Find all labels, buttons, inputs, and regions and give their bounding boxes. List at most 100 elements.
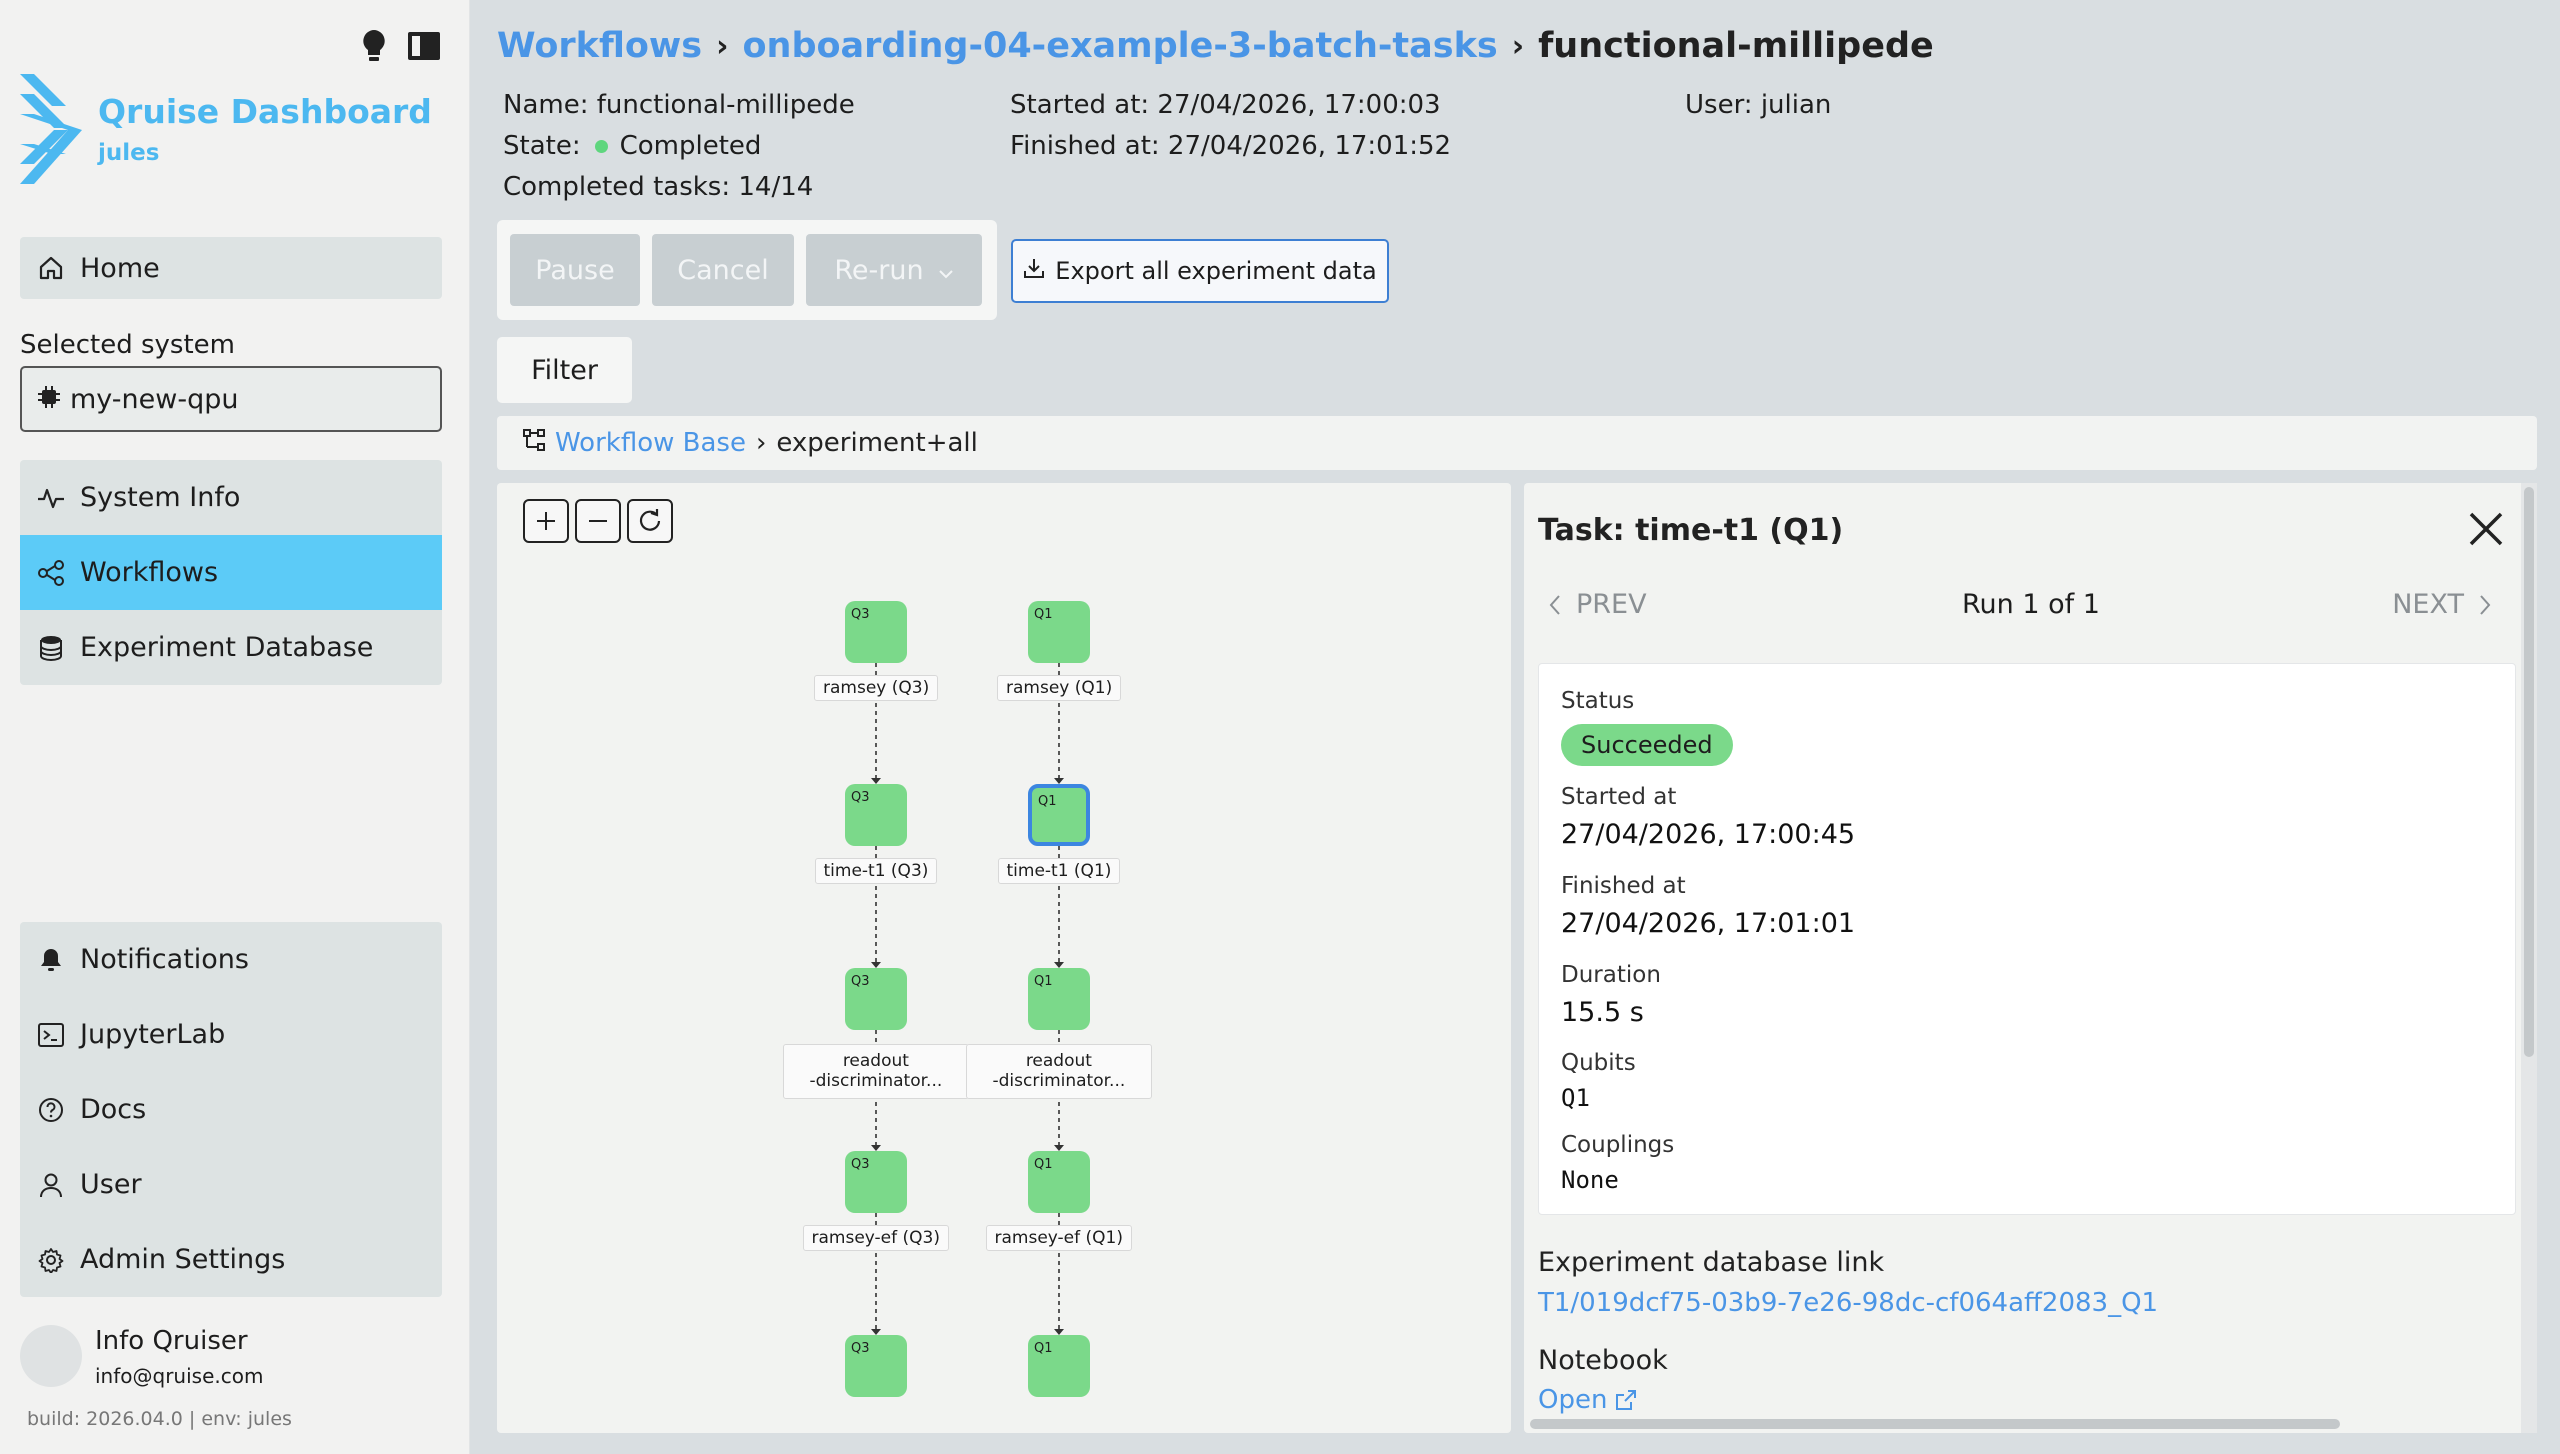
nav-item-label: Notifications [80,944,249,975]
graph-node-qubit: Q1 [1038,794,1057,809]
status-label: Status [1561,688,1635,714]
database-icon [34,631,68,665]
breadcrumb: Workflows › onboarding-04-example-3-batc… [497,26,1934,66]
nav-item-docs[interactable]: Docs [20,1072,442,1147]
help-circle-icon [34,1093,68,1127]
prev-label: PREV [1576,589,1647,620]
graph-node-label: readout -discriminator... [782,1044,970,1099]
graph-node-label: ramsey (Q3) [814,675,939,701]
breadcrumb-separator: › [716,28,729,64]
graph-node[interactable]: Q1 [1028,1335,1090,1397]
nav-item-system-info[interactable]: System Info [20,460,442,535]
graph-node[interactable]: Q1 [1028,968,1090,1030]
couplings-label: Couplings [1561,1132,1675,1158]
breadcrumb-separator: › [1511,28,1525,64]
workflow-graph[interactable]: Q3 ramsey (Q3) Q3 time-t1 (Q3) Q3 readout -dis… [497,483,1511,1433]
close-icon[interactable] [2468,511,2504,551]
graph-node[interactable]: Q3 [845,968,907,1030]
prev-button[interactable]: PREV [1548,589,1647,620]
build-info: build: 2026.04.0 | env: jules [27,1408,292,1430]
vertical-scrollbar-thumb[interactable] [2524,487,2534,1057]
sidebar-toggle-icon[interactable] [407,31,441,61]
horizontal-scrollbar[interactable] [1530,1419,2340,1429]
graph-edges [871,663,1064,1335]
completed-tasks: Completed tasks: 14/14 [503,172,814,202]
graph-node-qubit: Q1 [1034,1341,1053,1356]
graph-node[interactable]: Q1 [1028,601,1090,663]
task-title: Task: time-t1 (Q1) [1538,513,1844,548]
breadcrumb-separator: › [755,428,767,458]
nav-item-label: Workflows [80,557,219,588]
action-panel: Pause Cancel Re-run [497,220,997,320]
sidebar-top-icons [359,28,441,64]
graph-node-label: readout -discriminator... [965,1044,1153,1099]
breadcrumb-current: functional-millipede [1538,26,1934,66]
graph-node-qubit: Q3 [851,1341,870,1356]
notebook-open-label: Open [1538,1385,1608,1415]
task-panel: Task: time-t1 (Q1) PREV Run 1 of 1 NEXT … [1524,483,2534,1433]
graph-node[interactable]: Q3 [845,1151,907,1213]
chevron-right-icon [2480,594,2491,615]
vertical-scroll-track[interactable] [2521,483,2537,1433]
nav-item-user[interactable]: User [20,1147,442,1222]
qubits-value: Q1 [1561,1084,1590,1112]
graph-node[interactable]: Q1 [1028,1151,1090,1213]
cancel-button[interactable]: Cancel [652,234,794,306]
graph-node-label: ramsey-ef (Q1) [985,1225,1132,1251]
finished-label: Finished at [1561,873,1686,899]
task-details-card: Status Succeeded Started at 27/04/2026, … [1538,663,2516,1215]
nav-item-experiment-database[interactable]: Experiment Database [20,610,442,685]
pause-button[interactable]: Pause [510,234,640,306]
lightbulb-icon[interactable] [359,28,389,64]
workflow-user: User: julian [1685,90,1832,120]
bottom-nav: Notifications JupyterLab Docs User Admin… [20,922,442,1297]
terminal-icon [34,1018,68,1052]
breadcrumb-workflows-link[interactable]: Workflows [497,26,702,66]
selected-system-value: my-new-qpu [70,383,239,415]
breadcrumb-parent-link[interactable]: onboarding-04-example-3-batch-tasks [742,26,1497,66]
status-badge: Succeeded [1561,724,1733,766]
home-label: Home [80,252,160,284]
chevron-left-icon [1549,594,1560,615]
qruise-logo [20,74,82,184]
state-value: Completed [619,131,762,161]
workflow-base-link[interactable]: Workflow Base [555,428,746,458]
graph-node-qubit: Q3 [851,1157,870,1172]
db-link-label: Experiment database link [1538,1247,1885,1278]
app-subtitle: jules [98,140,160,166]
graph-node[interactable]: Q3 [845,784,907,846]
home-button[interactable]: Home [20,237,442,299]
nav-item-jupyterlab[interactable]: JupyterLab [20,997,442,1072]
finished-value: 27/04/2026, 17:01:01 [1561,908,1856,939]
state-label: State: [503,131,581,161]
filter-button[interactable]: Filter [497,337,632,403]
run-pager: PREV Run 1 of 1 NEXT [1524,589,2514,629]
graph-node[interactable]: Q3 [845,1335,907,1397]
graph-node[interactable]: Q1 [1028,784,1090,846]
graph-node[interactable]: Q3 [845,601,907,663]
home-icon [34,251,68,285]
nav-item-workflows[interactable]: Workflows [20,535,442,610]
started-at: Started at: 27/04/2026, 17:00:03 [1010,90,1441,120]
duration-value: 15.5 s [1561,997,1644,1028]
nav-item-label: Docs [80,1094,147,1125]
export-button[interactable]: Export all experiment data [1011,239,1389,303]
selected-system-select[interactable]: my-new-qpu [20,366,442,432]
workflow-crumb-current: experiment+all [776,428,978,458]
db-link[interactable]: T1/019dcf75-03b9-7e26-98dc-cf064aff2083_… [1538,1288,2158,1318]
avatar[interactable] [20,1325,82,1387]
main-nav: System Info Workflows Experiment Databas… [20,460,442,685]
graph-node-label: time-t1 (Q3) [814,858,938,884]
user-email: info@qruise.com [95,1364,264,1388]
notebook-open-link[interactable]: Open [1538,1385,1637,1415]
nav-item-admin-settings[interactable]: Admin Settings [20,1222,442,1297]
nav-item-label: System Info [80,482,241,513]
nav-item-notifications[interactable]: Notifications [20,922,442,997]
sidebar: Qruise Dashboard jules Home Selected sys… [0,0,470,1454]
nav-item-label: JupyterLab [80,1019,226,1050]
rerun-button[interactable]: Re-run [806,234,982,306]
nav-item-label: Admin Settings [80,1244,286,1275]
user-name: Info Qruiser [95,1326,248,1356]
nav-item-label: Experiment Database [80,632,374,663]
next-button[interactable]: NEXT [2392,589,2492,620]
